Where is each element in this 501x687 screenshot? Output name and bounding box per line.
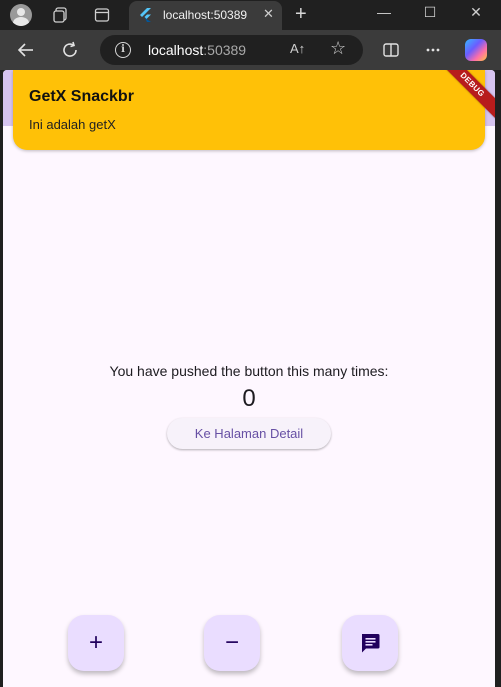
back-arrow-icon[interactable] <box>14 38 38 62</box>
close-window-button[interactable]: ✕ <box>458 2 494 22</box>
add-icon: + <box>88 629 103 656</box>
tab-close-icon[interactable]: ✕ <box>263 6 274 22</box>
maximize-button[interactable]: ☐ <box>412 2 448 22</box>
message-fab[interactable] <box>342 615 398 671</box>
url-text[interactable]: localhost:50389 <box>148 42 246 58</box>
url-port: :50389 <box>203 42 247 58</box>
detail-page-button[interactable]: Ke Halaman Detail <box>167 418 331 449</box>
remove-icon: − <box>224 629 239 656</box>
counter-value: 0 <box>242 385 256 412</box>
minimize-button[interactable]: — <box>366 2 402 22</box>
snackbar-title: GetX Snackbr <box>29 88 134 105</box>
increment-fab[interactable]: + <box>68 615 124 671</box>
tab-localhost[interactable]: localhost:50389 ✕ <box>129 1 282 30</box>
tab-title: localhost:50389 <box>163 8 248 22</box>
profile-avatar[interactable] <box>10 4 32 26</box>
browser-toolbar: i localhost:50389 A↑ ☆ <box>0 30 501 70</box>
flutter-icon <box>140 8 151 22</box>
counter-label: You have pushed the button this many tim… <box>109 363 389 379</box>
split-screen-icon[interactable] <box>379 38 403 62</box>
decrement-fab[interactable]: − <box>204 615 260 671</box>
snackbar-message: Ini adalah getX <box>29 117 116 132</box>
copilot-icon[interactable] <box>465 39 487 61</box>
more-options-icon[interactable] <box>421 38 445 62</box>
flutter-app: GetX Snackbr Ini adalah getX DEBUG You h… <box>3 70 495 687</box>
read-aloud-icon[interactable]: A↑ <box>290 41 305 56</box>
getx-snackbar[interactable]: GetX Snackbr Ini adalah getX <box>13 70 485 150</box>
tab-actions-icon[interactable] <box>92 5 112 25</box>
address-bar[interactable]: i localhost:50389 A↑ ☆ <box>100 35 363 65</box>
refresh-icon[interactable] <box>58 38 82 62</box>
new-tab-button[interactable]: + <box>295 3 307 25</box>
favorite-star-icon[interactable]: ☆ <box>330 38 346 59</box>
site-info-icon[interactable]: i <box>115 42 131 58</box>
url-host: localhost <box>148 42 204 58</box>
browser-title-bar: localhost:50389 ✕ + — ☐ ✕ <box>0 0 501 30</box>
message-icon <box>362 634 380 653</box>
workspaces-icon[interactable] <box>51 5 71 25</box>
